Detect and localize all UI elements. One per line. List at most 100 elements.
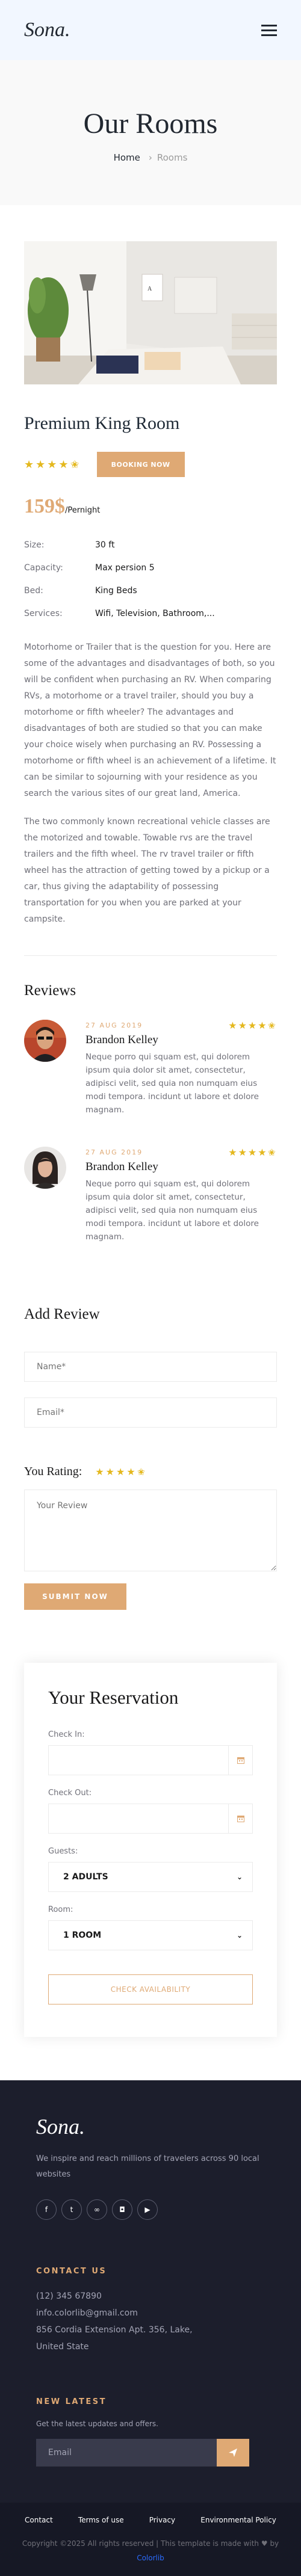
review-body: 27 AUG 2019 ★★★★✬ Brandon Kelley Neque p…: [85, 1020, 277, 1117]
site-footer: Sona. We inspire and reach millions of t…: [0, 2080, 301, 2576]
review-meta: 27 AUG 2019 ★★★★✬: [85, 1020, 277, 1031]
your-rating-row: You Rating: ★★★★✬: [24, 1465, 277, 1479]
room-specs-table: Size: 30 ft Capacity: Max persion 5 Bed: Ki…: [24, 534, 215, 625]
guests-label: Guests:: [48, 1847, 78, 1856]
spec-value: Max persion 5: [95, 563, 155, 573]
calendar-icon[interactable]: [228, 1804, 252, 1833]
contact-title: CONTACT US: [36, 2267, 107, 2276]
newsletter-title: NEW LATEST: [36, 2397, 107, 2406]
review-item: 27 AUG 2019 ★★★★✬ Brandon Kelley Neque p…: [24, 1020, 277, 1117]
page-title: Our Rooms: [83, 108, 218, 140]
add-review-title: Add Review: [24, 1306, 100, 1322]
footer-link[interactable]: Contact: [25, 2516, 53, 2524]
your-rating-label: You Rating:: [24, 1465, 82, 1478]
spec-key: Bed:: [24, 586, 43, 596]
spec-row: Bed: King Beds: [24, 579, 215, 602]
review-item: 27 AUG 2019 ★★★★✬ Brandon Kelley Neque p…: [24, 1147, 277, 1243]
reservation-title: Your Reservation: [48, 1687, 179, 1708]
spec-row: Services: Wifi, Television, Bathroom,...: [24, 602, 215, 625]
check-in-field[interactable]: [48, 1745, 253, 1775]
review-author: Brandon Kelley: [85, 1034, 158, 1046]
contact-address: United State: [36, 2342, 89, 2352]
instagram-icon[interactable]: ◘: [112, 2199, 132, 2220]
review-textarea[interactable]: [24, 1490, 277, 1571]
submit-review-button[interactable]: SUBMIT NOW: [24, 1583, 126, 1610]
youtube-icon[interactable]: ▶: [137, 2199, 158, 2220]
review-meta: 27 AUG 2019 ★★★★✬: [85, 1147, 277, 1158]
room-rating-row: ★★★★✬ BOOKING NOW: [24, 452, 277, 477]
social-links: f t ∞ ◘ ▶: [36, 2199, 265, 2220]
calendar-icon[interactable]: [228, 1746, 252, 1775]
spec-value: King Beds: [95, 586, 137, 596]
footer-link[interactable]: Privacy: [149, 2516, 175, 2524]
name-field[interactable]: [24, 1352, 277, 1382]
booking-now-button[interactable]: BOOKING NOW: [96, 452, 185, 477]
send-icon[interactable]: [217, 2439, 249, 2467]
add-review-section: Add Review You Rating: ★★★★✬ SUBMIT NOW: [0, 1243, 301, 1610]
spec-key: Services:: [24, 609, 63, 618]
contact-email[interactable]: info.colorlib@gmail.com: [36, 2305, 265, 2322]
twitter-icon[interactable]: t: [61, 2199, 82, 2220]
email-field[interactable]: [24, 1397, 277, 1428]
review-text: Neque porro qui squam est, qui dolorem i…: [85, 1052, 259, 1115]
contact-address: 856 Cordia Extension Apt. 356, Lake,: [36, 2325, 193, 2335]
review-body: 27 AUG 2019 ★★★★✬ Brandon Kelley Neque p…: [85, 1147, 277, 1243]
avatar: [24, 1147, 66, 1189]
newsletter-email-input[interactable]: Email: [36, 2439, 217, 2467]
reservation-section: Your Reservation Check In: Check Out: Gu…: [0, 1610, 301, 2080]
colorlib-link[interactable]: Colorlib: [137, 2554, 164, 2562]
spec-row: Capacity: Max persion 5: [24, 556, 215, 579]
breadcrumb-current: Rooms: [157, 152, 188, 163]
site-logo[interactable]: Sona.: [24, 19, 70, 42]
footer-link[interactable]: Terms of use: [78, 2516, 124, 2524]
breadcrumb-home[interactable]: Home: [114, 152, 140, 163]
price-unit: /Pernight: [65, 506, 101, 515]
tripadvisor-icon[interactable]: ∞: [87, 2199, 107, 2220]
room-title: Premium King Room: [24, 413, 180, 433]
room-value: 1 ROOM: [63, 1930, 102, 1940]
footer-about: We inspire and reach millions of travele…: [36, 2154, 259, 2179]
copyright-by: by: [270, 2539, 279, 2548]
review-author: Brandon Kelley: [85, 1160, 158, 1173]
spec-key: Capacity:: [24, 563, 63, 573]
room-description: The two commonly known recreational vehi…: [24, 817, 270, 924]
contact-info: (12) 345 67890 info.colorlib@gmail.com 8…: [36, 2288, 265, 2355]
footer-logo[interactable]: Sona.: [36, 2114, 265, 2139]
star-rating-icon: ★★★★✬: [24, 458, 81, 471]
site-header: Sona.: [0, 0, 301, 60]
review-text: Neque porro qui squam est, qui dolorem i…: [85, 1179, 259, 1242]
star-rating-icon: ★★★★✬: [228, 1020, 277, 1031]
facebook-icon[interactable]: f: [36, 2199, 57, 2220]
check-out-field[interactable]: [48, 1804, 253, 1834]
check-availability-button[interactable]: CHECK AVAILABILITY: [48, 1974, 253, 2004]
breadcrumb-separator-icon: ›: [148, 152, 152, 163]
check-out-label: Check Out:: [48, 1789, 92, 1798]
svg-text:A: A: [147, 286, 152, 292]
copyright-text: Copyright ©2025 All rights reserved | Th…: [22, 2539, 259, 2548]
avatar: [24, 1020, 66, 1062]
guests-select[interactable]: 2 ADULTS ⌄: [48, 1862, 253, 1892]
reservation-card: Your Reservation Check In: Check Out: Gu…: [24, 1663, 277, 2037]
spec-row: Size: 30 ft: [24, 534, 215, 556]
newsletter-text: Get the latest updates and offers.: [36, 2420, 158, 2428]
star-rating-icon: ★★★★✬: [228, 1147, 277, 1158]
star-rating-input-icon[interactable]: ★★★★✬: [95, 1466, 147, 1478]
guests-value: 2 ADULTS: [63, 1872, 108, 1882]
review-date: 27 AUG 2019: [85, 1021, 143, 1029]
room-select[interactable]: 1 ROOM ⌄: [48, 1920, 253, 1950]
chevron-down-icon: ⌄: [236, 1931, 243, 1940]
room-price: 159$/Pernight: [24, 495, 277, 518]
spec-value: Wifi, Television, Bathroom,...: [95, 609, 215, 618]
footer-link[interactable]: Environmental Policy: [200, 2516, 276, 2524]
chevron-down-icon: ⌄: [236, 1873, 243, 1881]
breadcrumb: Home › Rooms: [0, 152, 301, 163]
contact-phone: (12) 345 67890: [36, 2291, 102, 2301]
spec-key: Size:: [24, 540, 45, 550]
room-details: A Premium King Room ★★★★✬ BOOKING NOW 15…: [0, 205, 301, 928]
room-description: Motorhome or Trailer that is the questio…: [24, 642, 276, 798]
reviews-title: Reviews: [24, 982, 76, 999]
room-label: Room:: [48, 1905, 73, 1914]
spec-value: 30 ft: [95, 540, 115, 550]
footer-bottom: Contact Terms of use Privacy Environment…: [0, 2503, 301, 2576]
menu-icon[interactable]: [261, 24, 277, 36]
